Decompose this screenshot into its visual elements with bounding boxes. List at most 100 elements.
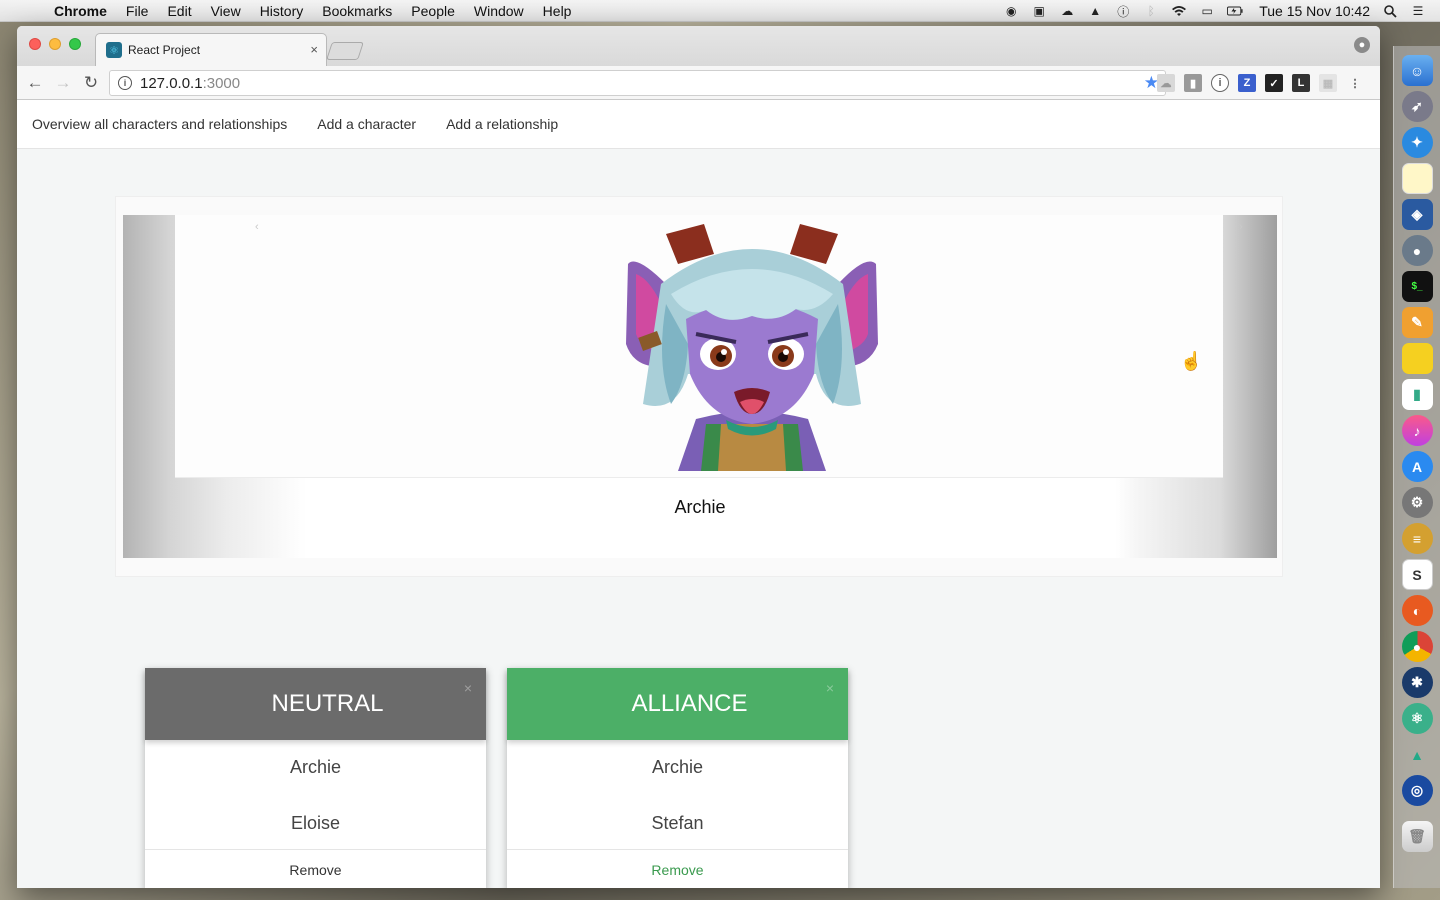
menu-help[interactable]: Help xyxy=(543,3,572,19)
card-member: Archie xyxy=(651,756,704,777)
relationship-card-alliance: ALLIANCE × Archie Stefan Remove xyxy=(507,668,848,888)
tab-title: React Project xyxy=(128,43,201,57)
drive-icon[interactable]: ▲ xyxy=(1087,4,1103,18)
menu-view[interactable]: View xyxy=(211,3,241,19)
github-icon[interactable]: ● xyxy=(1401,235,1433,266)
bluetooth-icon[interactable]: ᛒ xyxy=(1143,4,1159,18)
record-icon[interactable]: ◉ xyxy=(1003,4,1019,18)
bookmark-extension-icon[interactable]: ▮ xyxy=(1184,74,1202,92)
remove-button[interactable]: Remove xyxy=(145,849,486,888)
tab-react-project[interactable]: ⚛ React Project × xyxy=(95,33,327,66)
forward-arrow-icon[interactable]: → xyxy=(49,73,77,93)
relationship-card-neutral: NEUTRAL × Archie Eloise Remove xyxy=(145,668,486,888)
close-icon[interactable]: × xyxy=(464,680,472,696)
notes-app-icon[interactable] xyxy=(1401,163,1433,194)
menubar-clock[interactable]: Tue 15 Nov 10:42 xyxy=(1259,3,1370,19)
stickies-icon[interactable] xyxy=(1401,343,1433,374)
card-header: ALLIANCE × xyxy=(507,668,848,740)
onepassword-extension-icon[interactable]: i xyxy=(1211,74,1229,92)
slack-icon[interactable]: S xyxy=(1401,559,1433,590)
notes-icon[interactable]: ▣ xyxy=(1031,4,1047,18)
menu-edit[interactable]: Edit xyxy=(167,3,191,19)
profile-icon[interactable]: ● xyxy=(1354,37,1370,53)
finder-icon[interactable]: ☺ xyxy=(1401,55,1433,86)
launchpad-icon[interactable]: ➶ xyxy=(1401,91,1433,122)
react-favicon-icon: ⚛ xyxy=(106,42,122,58)
nav-overview-link[interactable]: Overview all characters and relationship… xyxy=(32,116,287,132)
relationship-cards: NEUTRAL × Archie Eloise Remove ALLIANCE … xyxy=(145,668,848,888)
relationship-type: ALLIANCE xyxy=(631,690,748,717)
system-preferences-icon[interactable]: ⚙ xyxy=(1401,487,1433,518)
rocket-icon[interactable]: ▲ xyxy=(1402,739,1433,770)
nav-add-relationship-link[interactable]: Add a relationship xyxy=(446,116,558,132)
cloud-extension-icon[interactable]: ☁ xyxy=(1157,74,1175,92)
carousel-prev-icon[interactable]: ‹ xyxy=(255,221,259,233)
zotero-extension-icon[interactable]: Z xyxy=(1238,74,1256,92)
notification-center-icon[interactable]: ☰ xyxy=(1410,4,1426,18)
extensions-bar: ☁ ▮ i Z ✓ L ▦ ⋮ xyxy=(1157,74,1364,92)
window-minimize-button[interactable] xyxy=(49,38,61,50)
card-member: Eloise xyxy=(290,812,341,833)
site-info-icon[interactable]: i xyxy=(118,76,132,90)
numbers-icon[interactable]: ▮ xyxy=(1401,379,1433,410)
database-icon[interactable]: ≡ xyxy=(1401,523,1433,554)
character-portrait xyxy=(626,224,878,471)
chrome-icon[interactable]: ● xyxy=(1401,631,1433,662)
menu-app-name[interactable]: Chrome xyxy=(54,3,107,19)
url-host: 127.0.0.1 xyxy=(140,74,203,92)
status-area: ◉ ▣ ☁ ▲ ⓘ ᛒ ▭ Tue 15 Nov 10:42 ☰ xyxy=(1003,0,1426,22)
new-tab-button[interactable] xyxy=(326,42,364,60)
nav-add-character-link[interactable]: Add a character xyxy=(317,116,416,132)
tab-strip: ⚛ React Project × ● xyxy=(17,26,1380,66)
page-content: Overview all characters and relationship… xyxy=(17,100,1380,888)
app-store-icon[interactable]: A xyxy=(1401,451,1433,482)
l-extension-icon[interactable]: L xyxy=(1292,74,1310,92)
virtualbox-icon[interactable]: ◈ xyxy=(1401,199,1433,230)
carousel-next-icon[interactable]: › xyxy=(1239,221,1243,233)
reload-icon[interactable]: ↻ xyxy=(77,73,105,93)
menu-bookmarks[interactable]: Bookmarks xyxy=(322,3,392,19)
itunes-icon[interactable]: ♪ xyxy=(1401,415,1433,446)
macos-menubar: Chrome File Edit View History Bookmarks … xyxy=(0,0,1440,22)
terminal-icon[interactable]: $_ xyxy=(1401,271,1433,302)
address-bar[interactable]: i 127.0.0.1:3000 ★ xyxy=(109,70,1166,96)
trash-icon[interactable]: 🗑 xyxy=(1401,821,1433,852)
hand-cursor-icon: ☝ xyxy=(1180,351,1203,371)
grid-extension-icon[interactable]: ▦ xyxy=(1319,74,1337,92)
back-arrow-icon[interactable]: ← xyxy=(21,73,49,93)
card-header: NEUTRAL × xyxy=(145,668,486,740)
checkmark-extension-icon[interactable]: ✓ xyxy=(1265,74,1283,92)
sketch-icon[interactable]: ✎ xyxy=(1401,307,1433,338)
firefox-icon[interactable]: ◐ xyxy=(1401,595,1433,626)
tab-close-icon[interactable]: × xyxy=(310,42,318,57)
macos-dock: ☺ ➶ ✦ ◈ ● $_ ✎ ▮ ♪ A ⚙ ≡ S ◐ ● ✱ ⚛ ▲ ◎ 🗑 xyxy=(1393,46,1440,888)
menu-file[interactable]: File xyxy=(126,3,149,19)
menu-people[interactable]: People xyxy=(411,3,455,19)
spotlight-search-icon[interactable] xyxy=(1382,4,1398,18)
airplay-icon[interactable]: ▭ xyxy=(1199,4,1215,18)
chrome-menu-icon[interactable]: ⋮ xyxy=(1346,74,1364,92)
password-icon[interactable]: ⓘ xyxy=(1115,4,1131,19)
browser-app-icon[interactable]: ◎ xyxy=(1401,775,1433,806)
carousel-slide: ‹ › xyxy=(175,215,1243,478)
wifi-icon[interactable] xyxy=(1171,4,1187,18)
atom-icon[interactable]: ⚛ xyxy=(1401,703,1433,734)
browser-toolbar: ← → ↻ i 127.0.0.1:3000 ★ ☁ ▮ i Z ✓ L ▦ ⋮ xyxy=(17,66,1380,100)
window-maximize-button[interactable] xyxy=(69,38,81,50)
sourcetree-icon[interactable]: ✱ xyxy=(1401,667,1433,698)
card-member: Stefan xyxy=(651,812,704,833)
close-icon[interactable]: × xyxy=(826,680,834,696)
remove-button[interactable]: Remove xyxy=(507,849,848,888)
safari-icon[interactable]: ✦ xyxy=(1401,127,1433,158)
window-close-button[interactable] xyxy=(29,38,41,50)
menu-history[interactable]: History xyxy=(260,3,304,19)
window-controls xyxy=(29,38,81,50)
cloud-icon[interactable]: ☁ xyxy=(1059,4,1075,18)
app-navigation: Overview all characters and relationship… xyxy=(17,100,1380,149)
relationship-type: NEUTRAL xyxy=(271,690,384,717)
carousel-character-name: Archie xyxy=(674,497,726,517)
menu-window[interactable]: Window xyxy=(474,3,524,19)
url-port: :3000 xyxy=(202,74,241,92)
character-carousel-container: ‹ › Archie xyxy=(115,196,1283,577)
battery-icon[interactable] xyxy=(1227,4,1243,18)
